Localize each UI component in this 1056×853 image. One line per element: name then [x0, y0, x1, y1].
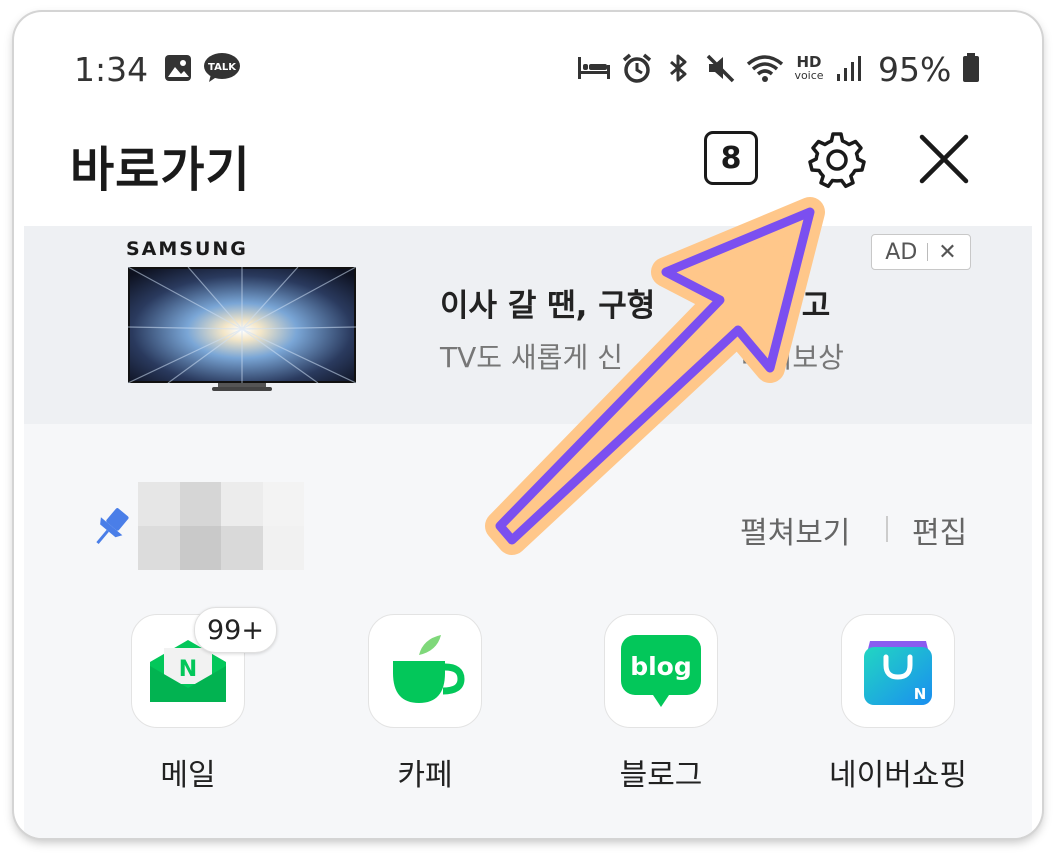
- page-title: 바로가기: [70, 142, 251, 198]
- wifi-icon: [746, 52, 784, 84]
- shortcut-mail[interactable]: N 99+ 메일: [108, 607, 277, 794]
- svg-text:blog: blog: [630, 652, 692, 681]
- shopping-tile[interactable]: N: [841, 614, 955, 728]
- gallery-icon: [162, 52, 194, 84]
- settings-button[interactable]: [806, 128, 868, 190]
- action-divider: [886, 516, 888, 542]
- svg-text:N: N: [179, 657, 197, 682]
- signal-icon: [834, 52, 864, 84]
- pinned-site-blurred[interactable]: [138, 482, 304, 570]
- pin-icon[interactable]: [86, 502, 136, 552]
- gear-icon: [808, 132, 866, 189]
- blog-label: 블로그: [619, 758, 703, 793]
- ad-tv-image: [128, 267, 356, 391]
- mail-label: 메일: [160, 758, 216, 793]
- shortcut-panel: 펼쳐보기 편집 N 99+ 메일 카페 blog 블로그 N 네이버쇼핑: [24, 424, 1032, 838]
- ad-brand-logo: SAMSUNG: [126, 238, 248, 260]
- blog-tile[interactable]: blog: [604, 614, 718, 728]
- edit-button[interactable]: 편집: [912, 508, 967, 552]
- close-icon: [919, 134, 969, 184]
- phone-screen: 1:34 TALK HD voice 95% 바로가기 8 SAMSUNG 이사…: [14, 12, 1042, 838]
- tab-count-button[interactable]: 8: [704, 131, 758, 185]
- shopping-bag-icon: N: [864, 641, 932, 705]
- mail-tile[interactable]: N 99+: [131, 607, 277, 728]
- battery-icon: [960, 52, 982, 84]
- hd-voice-icon: HD voice: [794, 53, 824, 82]
- shortcut-cafe[interactable]: 카페: [345, 614, 505, 794]
- ad-close-icon[interactable]: ✕: [938, 240, 956, 265]
- ad-tag-divider: [927, 243, 929, 261]
- bluetooth-icon: [664, 52, 694, 84]
- ad-headline: 이사 갈 땐, 구형 하고: [440, 288, 831, 324]
- close-button[interactable]: [916, 131, 972, 187]
- svg-text:TALK: TALK: [208, 62, 237, 73]
- shortcut-blog[interactable]: blog 블로그: [581, 614, 741, 794]
- mail-unread-badge: 99+: [194, 607, 277, 653]
- ad-label: AD: [885, 239, 918, 265]
- cafe-tile[interactable]: [368, 614, 482, 728]
- mute-icon: [704, 52, 738, 84]
- ad-banner[interactable]: SAMSUNG 이사 갈 땐, 구형 하고 TV도 새롭게 신 바꿔보상 AD …: [24, 226, 1032, 424]
- alarm-icon: [620, 52, 654, 84]
- shopping-label: 네이버쇼핑: [829, 758, 967, 793]
- blog-bubble-icon: blog: [621, 635, 701, 707]
- battery-percent: 95%: [878, 50, 952, 89]
- coffee-cup-icon: [393, 635, 465, 703]
- expand-button[interactable]: 펼쳐보기: [740, 508, 850, 552]
- shortcut-shopping[interactable]: N 네이버쇼핑: [818, 614, 978, 794]
- cafe-label: 카페: [397, 758, 453, 793]
- kakaotalk-icon: TALK: [202, 52, 242, 84]
- ad-tag[interactable]: AD ✕: [871, 234, 971, 270]
- svg-text:N: N: [914, 685, 927, 703]
- bed-icon: [576, 52, 612, 84]
- ad-subtext: TV도 새롭게 신 바꿔보상: [440, 341, 844, 374]
- status-bar: 1:34 TALK HD voice 95%: [14, 12, 1042, 122]
- status-time: 1:34: [74, 50, 149, 89]
